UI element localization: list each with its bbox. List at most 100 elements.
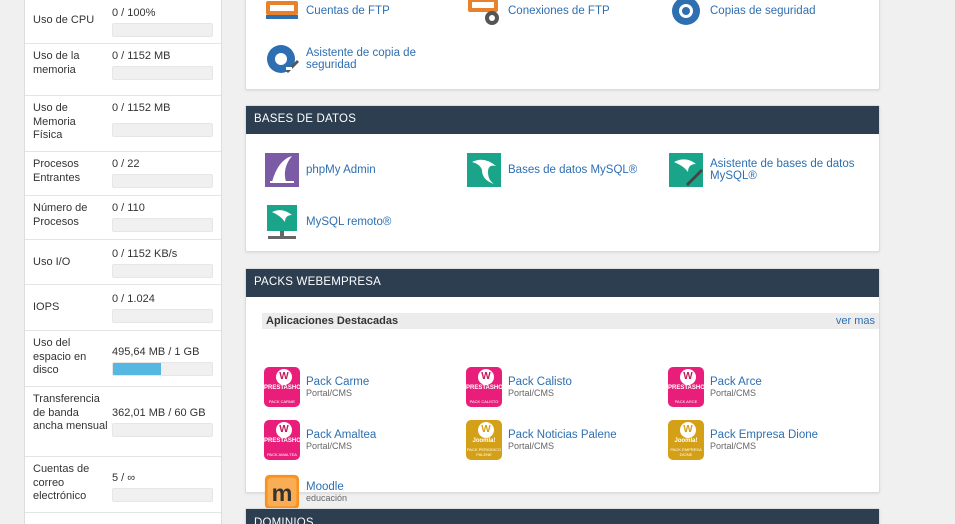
item-sub: Portal/CMS: [710, 388, 757, 398]
usage-bar: [112, 488, 213, 502]
moodle-link[interactable]: m Moodle educación: [264, 474, 451, 510]
webempresa-logo-icon: W: [478, 369, 494, 385]
pack-badge: Joomla!: [674, 438, 698, 444]
stat-value: 0 / 110: [112, 202, 145, 214]
stat-row-entry-processes: Procesos Entrantes 0 / 22: [25, 152, 221, 196]
webempresa-logo-icon: W: [680, 369, 696, 385]
pack-badge: Joomla!: [472, 438, 496, 444]
item-label: Moodle: [306, 481, 344, 493]
pack-empresa-dione-link[interactable]: W Joomla! PACK EMPRESA DIONE Pack Empres…: [668, 420, 855, 460]
pack-badge: PRESTASHOP: [466, 385, 502, 391]
pack-badge: PRESTASHOP: [264, 438, 300, 444]
stat-label: Uso de la memoria: [33, 50, 80, 76]
pack-noticias-palene-link[interactable]: W Joomla! PACK PERIODICO PALENE Pack Not…: [466, 420, 653, 460]
item-label: Conexiones de FTP: [508, 5, 610, 17]
usage-bar: [112, 66, 213, 80]
mysql-databases-icon: [466, 152, 502, 188]
pack-calisto-link[interactable]: W PRESTASHOP PACK CALISTO Pack CalistoPo…: [466, 367, 653, 407]
panel-title: BASES DE DATOS: [246, 106, 879, 134]
ftp-accounts-icon: [264, 0, 300, 29]
item-sub: Portal/CMS: [508, 441, 555, 451]
pack-badge-name: PACK PERIODICO PALENE: [466, 447, 502, 457]
stat-value: 0 / 1152 MB: [112, 50, 171, 62]
item-sub: Portal/CMS: [306, 441, 353, 451]
prestashop-pack-icon: W PRESTASHOP PACK CARME: [264, 367, 300, 407]
stat-value: 0 / 100%: [112, 7, 156, 19]
featured-apps-title: Aplicaciones Destacadas: [266, 315, 399, 327]
panel-title: DOMINIOS: [246, 509, 879, 524]
remote-mysql-link[interactable]: MySQL remoto®: [264, 204, 451, 240]
stat-row-bandwidth: Transferencia de banda ancha mensual 362…: [25, 387, 221, 457]
item-label: Pack Empresa Dione: [710, 429, 819, 441]
stat-label: IOPS: [33, 301, 60, 313]
phpmyadmin-icon: [264, 152, 300, 188]
remote-mysql-icon: [264, 204, 300, 240]
pack-carme-link[interactable]: W PRESTASHOP PACK CARME Pack CarmePortal…: [264, 367, 451, 407]
stat-value: 362,01 MB / 60 GB: [112, 407, 206, 419]
stat-label: Uso del espacio en disco: [33, 337, 87, 376]
pack-badge-name: PACK ARCE: [674, 399, 698, 404]
item-label: Cuentas de FTP: [306, 5, 390, 17]
item-sub: Portal/CMS: [710, 441, 757, 451]
item-label: Copias de seguridad: [710, 5, 816, 17]
packs-panel: PACKS WEBEMPRESA Aplicaciones Destacadas…: [245, 268, 880, 510]
pack-badge-name: PACK CALISTO: [469, 399, 499, 404]
item-sub: Portal/CMS: [306, 388, 353, 398]
stat-row-iops: IOPS 0 / 1.024: [25, 285, 221, 331]
stat-label: Número de Procesos: [33, 202, 88, 228]
item-label: Asistente de bases de datos MySQL®: [710, 158, 855, 182]
svg-text:m: m: [272, 480, 293, 506]
usage-bar: [112, 423, 213, 437]
webempresa-logo-icon: W: [680, 422, 696, 438]
see-more-link[interactable]: ver mas: [836, 315, 875, 327]
prestashop-pack-icon: W PRESTASHOP PACK ARCE: [668, 367, 704, 407]
pack-badge: PRESTASHOP: [668, 385, 704, 391]
webempresa-logo-icon: W: [276, 422, 292, 438]
stat-row-memory: Uso de la memoria 0 / 1152 MB: [25, 44, 221, 96]
files-panel: Cuentas de FTP Conexiones de FTP Copias …: [245, 0, 880, 90]
item-label: Pack Arce: [710, 376, 762, 388]
usage-bar: [112, 123, 213, 137]
backup-link[interactable]: Copias de seguridad: [668, 0, 855, 29]
mysql-databases-link[interactable]: Bases de datos MySQL®: [466, 152, 653, 188]
mysql-wizard-link[interactable]: Asistente de bases de datos MySQL®: [668, 152, 855, 188]
databases-panel: BASES DE DATOS phpMy Admin Bases de dato…: [245, 105, 880, 252]
pack-badge: PRESTASHOP: [264, 385, 300, 391]
webempresa-logo-icon: W: [276, 369, 292, 385]
stat-row-physical-memory: Uso de Memoria Física 0 / 1152 MB: [25, 96, 221, 152]
usage-bar: [112, 23, 213, 37]
prestashop-pack-icon: W PRESTASHOP PACK AMALTEA: [264, 420, 300, 460]
item-label: Pack Noticias Palene: [508, 429, 617, 441]
domains-panel: DOMINIOS: [245, 508, 880, 524]
pack-badge-name: PACK AMALTEA: [267, 452, 297, 457]
ftp-accounts-link[interactable]: Cuentas de FTP: [264, 0, 451, 29]
moodle-icon: m: [264, 474, 300, 510]
ftp-connections-icon: [466, 0, 502, 29]
stat-row-processes: Número de Procesos 0 / 110: [25, 196, 221, 240]
item-sub: educación: [306, 493, 348, 503]
joomla-pack-icon: W Joomla! PACK PERIODICO PALENE: [466, 420, 502, 460]
pack-badge-name: PACK CARME: [268, 399, 296, 404]
item-sub: Portal/CMS: [508, 388, 555, 398]
ftp-connections-link[interactable]: Conexiones de FTP: [466, 0, 653, 29]
phpmyadmin-link[interactable]: phpMy Admin: [264, 152, 451, 188]
panel-title: PACKS WEBEMPRESA: [246, 269, 879, 297]
stat-value: 0 / 22: [112, 158, 140, 170]
stat-row-cpu: Uso de CPU 0 / 100%: [25, 0, 221, 44]
stat-value: 495,64 MB / 1 GB: [112, 346, 200, 358]
stat-label: Transferencia de banda ancha mensual: [33, 393, 108, 432]
prestashop-pack-icon: W PRESTASHOP PACK CALISTO: [466, 367, 502, 407]
stat-value: 5 / ∞: [112, 472, 136, 484]
joomla-pack-icon: W Joomla! PACK EMPRESA DIONE: [668, 420, 704, 460]
stat-label: Cuentas de correo electrónico: [33, 463, 90, 502]
stat-label: Uso de CPU: [33, 14, 95, 26]
usage-bar: [112, 218, 213, 232]
backup-wizard-link[interactable]: Asistente de copia de seguridad: [264, 41, 451, 77]
pack-arce-link[interactable]: W PRESTASHOP PACK ARCE Pack ArcePortal/C…: [668, 367, 855, 407]
pack-amaltea-link[interactable]: W PRESTASHOP PACK AMALTEA Pack AmalteaPo…: [264, 420, 451, 460]
item-label: phpMy Admin: [306, 164, 376, 176]
stat-row-disk: Uso del espacio en disco 495,64 MB / 1 G…: [25, 331, 221, 387]
item-label: Pack Carme: [306, 376, 370, 388]
webempresa-logo-icon: W: [478, 422, 494, 438]
backup-icon: [668, 0, 704, 29]
